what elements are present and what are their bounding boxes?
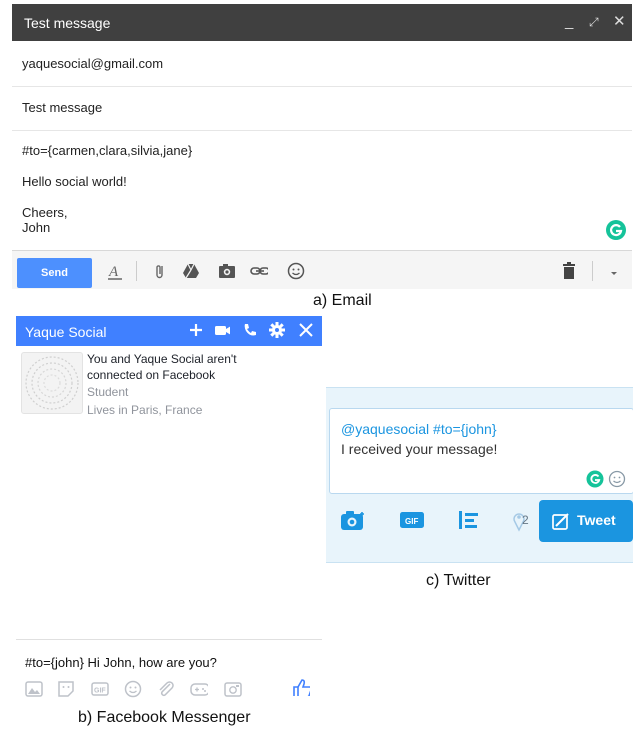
to-field[interactable]: yaquesocial@gmail.com — [12, 42, 632, 87]
photo-icon[interactable] — [25, 680, 43, 698]
tweet-label: Tweet — [577, 512, 616, 528]
attachment-icon[interactable] — [157, 680, 175, 698]
tweet-button[interactable]: Tweet — [539, 500, 633, 542]
grammarly-icon[interactable] — [586, 470, 604, 488]
close-icon[interactable]: ✕ — [613, 14, 626, 30]
formatting-icon[interactable]: A — [106, 262, 124, 280]
poll-icon[interactable] — [458, 510, 480, 530]
mention-handle[interactable]: @yaquesocial — [341, 421, 429, 437]
camera-icon[interactable] — [224, 680, 242, 698]
like-thumb-icon[interactable] — [292, 678, 310, 696]
video-call-icon[interactable] — [214, 322, 230, 338]
drive-icon[interactable] — [182, 262, 200, 280]
link-icon[interactable] — [250, 262, 268, 280]
emoji-icon[interactable] — [608, 470, 626, 488]
games-icon[interactable] — [190, 680, 208, 698]
body-line: Cheers, — [22, 205, 68, 220]
add-people-icon[interactable] — [188, 322, 204, 338]
body-line: John — [22, 220, 51, 235]
more-options-icon[interactable] — [608, 262, 626, 280]
compose-window-title: Test message — [24, 15, 111, 31]
tweet-toolbar: GIF 2 Tweet — [326, 496, 633, 546]
compose-feather-icon — [552, 513, 569, 530]
body-line: #to={carmen,clara,silvia,jane} — [22, 143, 193, 158]
subject-field[interactable]: Test message — [12, 86, 632, 131]
phone-call-icon[interactable] — [242, 322, 258, 338]
toolbar-divider — [136, 261, 137, 281]
messenger-header[interactable]: Yaque Social — [16, 316, 322, 346]
email-caption: a) Email — [313, 292, 372, 309]
svg-text:GIF: GIF — [405, 517, 418, 526]
send-button[interactable]: Send — [17, 258, 92, 288]
add-photo-icon[interactable] — [340, 509, 366, 531]
gif-icon[interactable]: GIF — [91, 680, 109, 698]
profile-detail: Lives in Paris, France — [87, 403, 203, 417]
connection-notice: connected on Facebook — [87, 368, 216, 382]
chat-name[interactable]: Yaque Social — [25, 324, 106, 340]
profile-avatar[interactable] — [21, 352, 83, 414]
trash-icon[interactable] — [562, 262, 580, 280]
composer-divider — [16, 639, 322, 640]
compose-toolbar: Send A — [12, 250, 632, 289]
toolbar-divider — [592, 261, 593, 281]
expand-icon[interactable]: ⤢ — [589, 14, 599, 30]
message-input[interactable]: #to={john} Hi John, how are you? — [25, 655, 217, 670]
conversation-area: You and Yaque Social aren't connected on… — [16, 346, 322, 636]
grammarly-icon[interactable] — [605, 219, 627, 241]
avatar-pattern-icon — [25, 356, 79, 410]
message-body[interactable]: #to={carmen,clara,silvia,jane} Hello soc… — [12, 131, 632, 249]
insert-photo-icon[interactable] — [218, 262, 236, 280]
attach-icon[interactable] — [151, 262, 169, 280]
gif-icon[interactable]: GIF — [400, 510, 424, 530]
body-line: Hello social world! — [22, 174, 127, 189]
facebook-caption: b) Facebook Messenger — [78, 709, 251, 726]
connection-notice: You and Yaque Social aren't — [87, 352, 237, 366]
emoji-icon[interactable] — [124, 680, 142, 698]
sticker-icon[interactable] — [57, 680, 75, 698]
tweet-text: I received your message! — [341, 441, 498, 457]
minimize-icon[interactable]: _ — [565, 14, 573, 30]
recipient-tag: #to={john} — [433, 421, 497, 437]
tweet-text-box[interactable]: @yaquesocial #to={john} I received your … — [329, 408, 633, 494]
twitter-caption: c) Twitter — [426, 572, 491, 589]
subject-text: Test message — [22, 100, 103, 115]
svg-text:GIF: GIF — [94, 688, 106, 695]
svg-text:A: A — [108, 264, 119, 280]
emoji-icon[interactable] — [287, 262, 305, 280]
tweet-first-line: @yaquesocial #to={john} — [341, 421, 497, 437]
to-recipient: yaquesocial@gmail.com — [22, 56, 164, 71]
character-count: 2 — [522, 513, 529, 527]
close-chat-icon[interactable] — [298, 322, 314, 338]
settings-gear-icon[interactable] — [269, 322, 285, 338]
profile-detail: Student — [87, 385, 129, 399]
compose-title-bar: Test message _ ⤢ ✕ — [12, 4, 632, 41]
